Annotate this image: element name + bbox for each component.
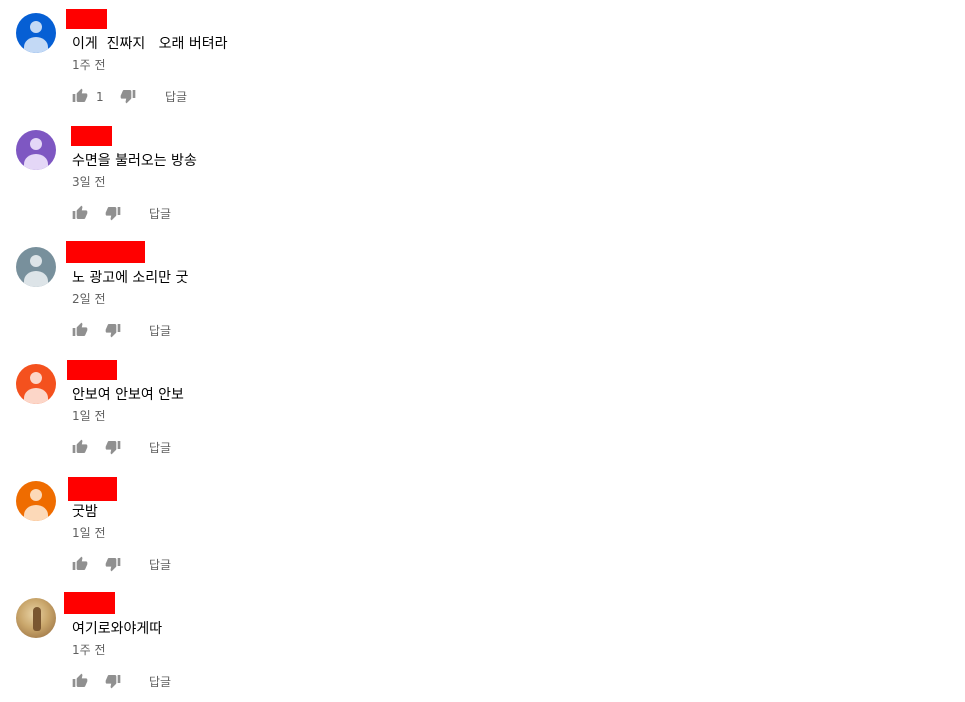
reply-button[interactable]: 답글 <box>149 673 171 691</box>
comment-timestamp[interactable]: 2일 전 <box>72 291 106 307</box>
thumbs-up-icon[interactable] <box>72 322 88 338</box>
comment-actions: 1 답글 <box>72 88 272 106</box>
comment-text: 여기로와야게따 <box>72 621 163 637</box>
comment-timestamp[interactable]: 3일 전 <box>72 174 106 190</box>
comment-timestamp[interactable]: 1주 전 <box>72 642 106 658</box>
avatar[interactable] <box>16 247 56 287</box>
comment-text: 이게 진짜지 오래 버텨라 <box>72 36 228 52</box>
avatar[interactable] <box>16 364 56 404</box>
comment-item: 여기로와야게따 1주 전 답글 <box>0 585 965 702</box>
comment-actions: 답글 <box>72 673 272 691</box>
comment-actions: 답글 <box>72 556 272 574</box>
comment-timestamp[interactable]: 1일 전 <box>72 408 106 424</box>
avatar-body <box>24 154 48 170</box>
avatar-body <box>24 271 48 287</box>
thumbs-down-icon[interactable] <box>105 556 121 572</box>
avatar-figure <box>33 607 41 631</box>
thumbs-up-icon[interactable] <box>72 88 88 104</box>
thumbs-up-icon[interactable] <box>72 556 88 572</box>
avatar-body <box>24 505 48 521</box>
comment-item: 굿밤 1일 전 답글 <box>0 468 965 585</box>
thumbs-down-icon[interactable] <box>105 322 121 338</box>
reply-button[interactable]: 답글 <box>149 322 171 340</box>
author-name-redacted[interactable] <box>66 241 145 263</box>
comment-item: 이게 진짜지 오래 버텨라 1주 전 1 답글 <box>0 0 965 117</box>
comment-item: 안보여 안보여 안보 1일 전 답글 <box>0 351 965 468</box>
thumbs-up-icon[interactable] <box>72 673 88 689</box>
comment-actions: 답글 <box>72 322 272 340</box>
avatar[interactable] <box>16 481 56 521</box>
avatar-head <box>30 372 42 384</box>
comment-text: 노 광고에 소리만 굿 <box>72 270 189 286</box>
comment-timestamp[interactable]: 1주 전 <box>72 57 106 73</box>
avatar-body <box>24 388 48 404</box>
reply-button[interactable]: 답글 <box>149 439 171 457</box>
comment-actions: 답글 <box>72 439 272 457</box>
like-count: 1 <box>96 90 104 104</box>
avatar-photo[interactable] <box>16 598 56 638</box>
comment-text: 수면을 불러오는 방송 <box>72 153 197 169</box>
avatar-head <box>30 255 42 267</box>
reply-button[interactable]: 답글 <box>165 88 187 106</box>
avatar-head <box>30 489 42 501</box>
thumbs-up-icon[interactable] <box>72 205 88 221</box>
comment-list: 이게 진짜지 오래 버텨라 1주 전 1 답글 수면을 불러오는 방송 3일 전 <box>0 0 965 702</box>
comment-item: 노 광고에 소리만 굿 2일 전 답글 <box>0 234 965 351</box>
comment-text: 안보여 안보여 안보 <box>72 387 184 403</box>
comment-timestamp[interactable]: 1일 전 <box>72 525 106 541</box>
avatar[interactable] <box>16 130 56 170</box>
thumbs-down-icon[interactable] <box>105 205 121 221</box>
author-name-redacted[interactable] <box>66 9 107 29</box>
avatar-body <box>24 37 48 53</box>
thumbs-down-icon[interactable] <box>120 88 136 104</box>
reply-button[interactable]: 답글 <box>149 556 171 574</box>
reply-button[interactable]: 답글 <box>149 205 171 223</box>
thumbs-up-icon[interactable] <box>72 439 88 455</box>
comment-text: 굿밤 <box>72 504 98 520</box>
thumbs-down-icon[interactable] <box>105 439 121 455</box>
comment-actions: 답글 <box>72 205 272 223</box>
author-name-redacted[interactable] <box>67 360 117 380</box>
author-name-redacted[interactable] <box>68 477 117 501</box>
author-name-redacted[interactable] <box>71 126 112 146</box>
avatar-head <box>30 21 42 33</box>
comment-item: 수면을 불러오는 방송 3일 전 답글 <box>0 117 965 234</box>
avatar[interactable] <box>16 13 56 53</box>
thumbs-down-icon[interactable] <box>105 673 121 689</box>
author-name-redacted[interactable] <box>64 592 115 614</box>
avatar-head <box>30 138 42 150</box>
